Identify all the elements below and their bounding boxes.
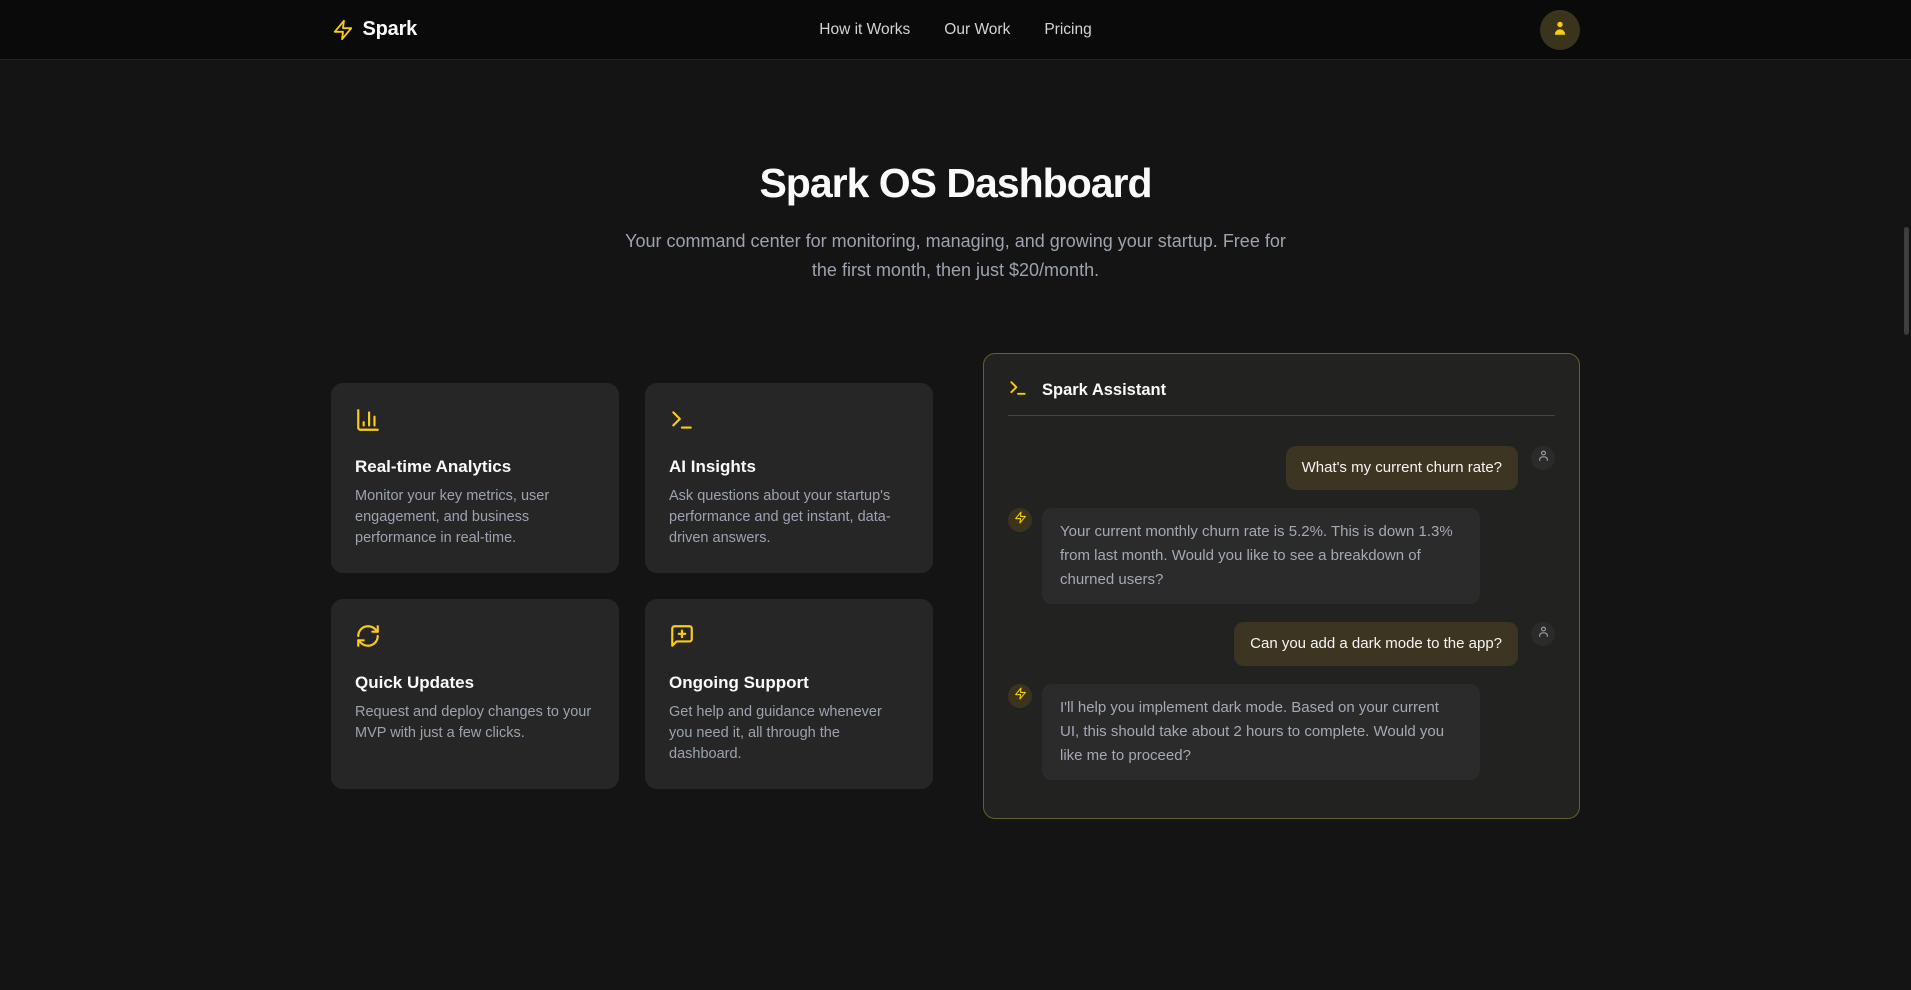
user-chat-avatar [1531, 446, 1555, 470]
chat-message-user: Can you add a dark mode to the app? [1008, 622, 1555, 666]
brand-logo[interactable]: Spark [332, 18, 418, 41]
nav-link-how-it-works[interactable]: How it Works [819, 21, 910, 39]
user-avatar-button[interactable] [1540, 10, 1580, 50]
chat-message-assistant: Your current monthly churn rate is 5.2%.… [1008, 508, 1555, 604]
chat-message-assistant: I'll help you implement dark mode. Based… [1008, 684, 1555, 780]
user-icon [1537, 625, 1550, 643]
chat-message-user: What's my current churn rate? [1008, 446, 1555, 490]
feature-description: Get help and guidance whenever you need … [669, 702, 909, 765]
feature-description: Request and deploy changes to your MVP w… [355, 702, 595, 744]
chat-bubble: I'll help you implement dark mode. Based… [1042, 684, 1480, 780]
chat-messages: What's my current churn rate? [1008, 446, 1555, 780]
page-title: Spark OS Dashboard [0, 160, 1911, 207]
message-square-plus-icon [669, 623, 909, 649]
lightning-bolt-icon [1014, 687, 1027, 705]
terminal-icon [1008, 378, 1028, 403]
refresh-icon [355, 623, 595, 649]
page-subtitle: Your command center for monitoring, mana… [616, 227, 1296, 285]
chat-bubble: What's my current churn rate? [1286, 446, 1518, 490]
nav-link-pricing[interactable]: Pricing [1044, 21, 1091, 39]
assistant-panel-header: Spark Assistant [1008, 378, 1555, 403]
user-icon [1537, 449, 1550, 467]
assistant-panel-title: Spark Assistant [1042, 381, 1166, 400]
feature-card-ai-insights: AI Insights Ask questions about your sta… [645, 383, 933, 573]
bar-chart-icon [355, 407, 595, 433]
feature-title: Quick Updates [355, 673, 595, 693]
brand-name: Spark [363, 18, 418, 41]
top-navbar: Spark How it Works Our Work Pricing [0, 0, 1911, 60]
chat-bubble: Your current monthly churn rate is 5.2%.… [1042, 508, 1480, 604]
assistant-chat-avatar [1008, 684, 1032, 708]
feature-description: Ask questions about your startup's perfo… [669, 486, 909, 549]
feature-title: Ongoing Support [669, 673, 909, 693]
nav-link-our-work[interactable]: Our Work [944, 21, 1010, 39]
main-content: Real-time Analytics Monitor your key met… [0, 353, 1911, 819]
feature-card-quick-updates: Quick Updates Request and deploy changes… [331, 599, 619, 789]
hero-section: Spark OS Dashboard Your command center f… [0, 60, 1911, 285]
lightning-bolt-icon [1014, 511, 1027, 529]
lightning-bolt-icon [332, 19, 354, 41]
feature-title: AI Insights [669, 457, 909, 477]
divider [1008, 415, 1555, 416]
feature-description: Monitor your key metrics, user engagemen… [355, 486, 595, 549]
user-chat-avatar [1531, 622, 1555, 646]
spark-assistant-panel: Spark Assistant What's my current churn … [983, 353, 1580, 819]
terminal-icon [669, 407, 909, 433]
user-icon [1551, 19, 1569, 40]
assistant-chat-avatar [1008, 508, 1032, 532]
chat-bubble: Can you add a dark mode to the app? [1234, 622, 1518, 666]
feature-card-ongoing-support: Ongoing Support Get help and guidance wh… [645, 599, 933, 789]
nav-links: How it Works Our Work Pricing [819, 21, 1091, 39]
feature-title: Real-time Analytics [355, 457, 595, 477]
feature-cards-grid: Real-time Analytics Monitor your key met… [331, 383, 933, 789]
vertical-scrollbar-thumb[interactable] [1904, 227, 1909, 335]
feature-card-realtime-analytics: Real-time Analytics Monitor your key met… [331, 383, 619, 573]
